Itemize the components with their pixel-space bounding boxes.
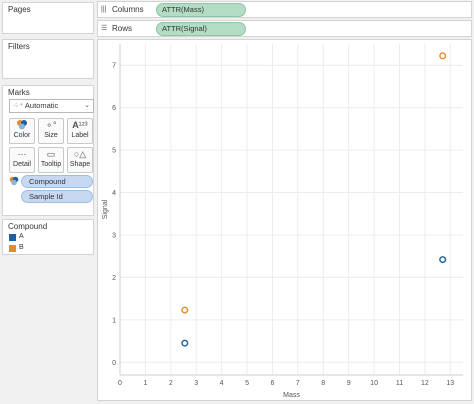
viz-area[interactable]: 0 1 2 3 4 5 6 7 8 9 10 11 12 13 0 1 2 3 4 5 6 7 Mass Signal (97, 39, 472, 401)
y-axis-title: Signal (102, 199, 109, 219)
x-tick-label: 6 (270, 380, 274, 387)
x-tick-label: 7 (296, 380, 300, 387)
x-tick-label: 4 (220, 380, 224, 387)
tooltip-label: Tooltip (40, 161, 62, 168)
filters-title: Filters (8, 42, 30, 51)
chevron-down-icon: ⌄ (84, 102, 90, 109)
size-icon: ⚬° (45, 120, 57, 130)
rows-label: Rows (112, 24, 133, 33)
x-tick-label: 12 (421, 380, 429, 387)
mark-type-value: Automatic (24, 101, 59, 110)
data-point-a[interactable] (439, 256, 447, 264)
tooltip-icon: ▭ (46, 149, 56, 159)
label-label: Label (71, 132, 89, 139)
columns-pill[interactable]: ATTR(Mass) (156, 3, 246, 17)
pages-pane[interactable]: Pages (2, 2, 94, 34)
color-encoding-icon (9, 176, 19, 186)
size-label: Size (44, 132, 58, 139)
tooltip-button[interactable]: ▭ Tooltip (38, 147, 64, 173)
x-tick-label: 0 (118, 380, 122, 387)
y-tick-label: 2 (112, 275, 116, 282)
rows-pill[interactable]: ATTR(Signal) (156, 22, 246, 36)
filters-pane[interactable]: Filters (2, 39, 94, 79)
detail-icon: ⋯ (17, 149, 27, 159)
x-tick-label: 8 (321, 380, 325, 387)
x-tick-label: 13 (446, 380, 454, 387)
data-point-b[interactable] (439, 52, 447, 60)
marks-card: Marks ⁘⁺ Automatic ⌄ Color ⚬° Size 𝐀¹²³ … (2, 85, 94, 216)
legend-swatch-b[interactable] (9, 245, 16, 252)
legend-label-a: A (19, 233, 24, 240)
x-tick-label: 5 (245, 380, 249, 387)
rows-shelf[interactable]: ☰ Rows ATTR(Signal) (97, 20, 472, 37)
legend-label-b: B (19, 244, 24, 251)
shape-icon: ○△ (73, 149, 87, 159)
shape-button[interactable]: ○△ Shape (67, 147, 93, 173)
y-tick-label: 5 (112, 148, 116, 155)
x-tick-label: 2 (169, 380, 173, 387)
size-button[interactable]: ⚬° Size (38, 118, 64, 144)
x-tick-label: 11 (396, 380, 403, 387)
x-tick-label: 1 (143, 380, 147, 387)
data-point-a[interactable] (181, 339, 189, 347)
sample-id-pill[interactable]: Sample Id (21, 190, 93, 203)
mark-type-dropdown[interactable]: ⁘⁺ Automatic ⌄ (9, 99, 94, 113)
y-tick-label: 0 (112, 360, 116, 367)
y-tick-label: 6 (112, 105, 116, 112)
columns-icon: ||| (101, 6, 107, 13)
x-tick-label: 10 (370, 380, 378, 387)
label-button[interactable]: 𝐀¹²³ Label (67, 118, 93, 144)
detail-button[interactable]: ⋯ Detail (9, 147, 35, 173)
legend-title: Compound (8, 222, 48, 231)
mark-type-icon: ⁘⁺ (13, 101, 25, 110)
color-label: Color (13, 132, 31, 139)
color-button[interactable]: Color (9, 118, 35, 144)
compound-pill[interactable]: Compound (21, 175, 93, 188)
compound-legend: Compound A B (2, 219, 94, 255)
detail-label: Detail (13, 161, 31, 168)
y-tick-label: 7 (112, 63, 116, 70)
rows-icon: ☰ (101, 25, 108, 32)
data-point-b[interactable] (181, 306, 189, 314)
x-tick-label: 9 (347, 380, 351, 387)
scatter-chart[interactable]: 0 1 2 3 4 5 6 7 8 9 10 11 12 1301234567MassSignal (98, 40, 473, 402)
x-axis-title: Mass (283, 392, 300, 399)
columns-label: Columns (112, 5, 144, 14)
columns-shelf[interactable]: ||| Columns ATTR(Mass) (97, 1, 472, 18)
shape-label: Shape (69, 161, 91, 168)
x-tick-label: 3 (194, 380, 198, 387)
color-icon (10, 119, 34, 132)
y-tick-label: 4 (112, 190, 116, 197)
y-tick-label: 1 (112, 317, 116, 324)
legend-swatch-a[interactable] (9, 234, 16, 241)
label-icon: 𝐀¹²³ (72, 120, 88, 130)
y-tick-label: 3 (112, 232, 116, 239)
marks-title: Marks (8, 88, 30, 97)
pages-title: Pages (8, 5, 31, 14)
